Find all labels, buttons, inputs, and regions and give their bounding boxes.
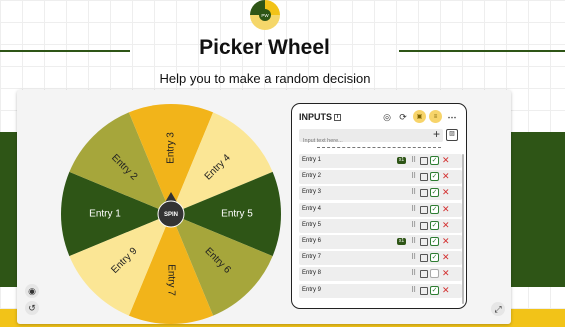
include-checkbox[interactable]: ✓ bbox=[430, 236, 439, 246]
entry-label: Entry 9 bbox=[302, 286, 322, 293]
entry-row[interactable]: Entry 9 ⠿ ✓ ✕ bbox=[299, 283, 462, 298]
entry-label: Entry 6 bbox=[302, 237, 322, 244]
entry-row[interactable]: Entry 3 ⠿ ✓ ✕ bbox=[299, 186, 462, 201]
drag-handle-icon[interactable]: ⠿ bbox=[411, 205, 416, 213]
entry-label: Entry 4 bbox=[302, 205, 322, 212]
page-title: Picker Wheel bbox=[199, 36, 330, 59]
entry-row[interactable]: Entry 6 x1 ⠿ ✓ ✕ bbox=[299, 234, 462, 249]
inputs-title: INPUTS i bbox=[299, 112, 342, 122]
picker-wheel[interactable]: Entry 1Entry 2Entry 3Entry 4Entry 5Entry… bbox=[59, 102, 283, 326]
duplicate-icon[interactable] bbox=[420, 173, 428, 182]
wheel-segment-label: Entry 3 bbox=[166, 132, 177, 164]
entry-label: Entry 7 bbox=[302, 254, 322, 261]
drag-handle-icon[interactable]: ⠿ bbox=[411, 221, 416, 229]
drag-handle-icon[interactable]: ⠿ bbox=[411, 156, 416, 164]
drag-handle-icon[interactable]: ⠿ bbox=[411, 237, 416, 245]
logo-text: PW bbox=[261, 13, 269, 18]
wheel-segment-label: Entry 5 bbox=[221, 209, 253, 220]
divider-right bbox=[399, 50, 565, 52]
entry-input[interactable] bbox=[299, 134, 424, 148]
delete-icon[interactable]: ✕ bbox=[442, 285, 450, 296]
duplicate-icon[interactable] bbox=[420, 270, 428, 279]
include-checkbox[interactable]: ✓ bbox=[430, 269, 439, 279]
entry-label: Entry 8 bbox=[302, 270, 322, 277]
eye-toggle-icon[interactable]: ◎ bbox=[382, 111, 392, 123]
entry-input-row: + bbox=[299, 127, 443, 148]
include-checkbox[interactable]: ✓ bbox=[430, 285, 439, 295]
entry-list: Entry 1 x1 ⠿ ✓ ✕ Entry 2 ⠿ ✓ ✕ Entry 3 ⠿ ✓ ✕ Entry 4 ⠿… bbox=[299, 154, 462, 300]
weight-badge: x1 bbox=[397, 237, 406, 245]
include-checkbox[interactable]: ✓ bbox=[430, 172, 439, 182]
duplicate-icon[interactable] bbox=[420, 254, 428, 263]
weight-badge: x1 bbox=[397, 157, 406, 164]
delete-icon[interactable]: ✕ bbox=[442, 236, 450, 247]
entry-row[interactable]: Entry 8 ⠿ ✓✕ bbox=[299, 267, 462, 282]
divider-left bbox=[0, 50, 130, 52]
expand-icon[interactable]: ⤢ bbox=[491, 302, 505, 316]
delete-icon[interactable]: ✕ bbox=[442, 155, 450, 166]
entry-label: Entry 3 bbox=[302, 189, 322, 196]
eye-icon[interactable]: ◉ bbox=[25, 284, 39, 298]
entry-label: Entry 2 bbox=[302, 173, 322, 180]
picker-wheel-logo: PW bbox=[250, 0, 280, 30]
include-checkbox[interactable]: ✓ bbox=[430, 204, 439, 214]
drag-handle-icon[interactable]: ⠿ bbox=[411, 286, 416, 294]
entry-label: Entry 1 bbox=[302, 157, 322, 163]
drag-handle-icon[interactable]: ⠿ bbox=[411, 269, 416, 277]
image-icon[interactable]: ▨ bbox=[446, 129, 458, 141]
include-checkbox[interactable]: ✓ bbox=[430, 156, 439, 165]
entry-row[interactable]: Entry 7 ⠿ ✓ ✕ bbox=[299, 251, 462, 266]
duplicate-icon[interactable] bbox=[420, 205, 428, 214]
open-list-icon[interactable]: ≡ bbox=[429, 110, 442, 123]
include-checkbox[interactable]: ✓ bbox=[430, 188, 439, 198]
list-divider bbox=[317, 147, 441, 148]
wheel-segment-label: Entry 1 bbox=[89, 209, 121, 220]
entry-row[interactable]: Entry 5 ⠿ ✓ ✕ bbox=[299, 218, 462, 233]
wheel-segment-label: Entry 7 bbox=[165, 264, 176, 296]
delete-icon[interactable]: ✕ bbox=[442, 171, 450, 182]
entry-label: Entry 5 bbox=[302, 221, 322, 228]
delete-icon[interactable]: ✕ bbox=[442, 187, 450, 198]
inputs-panel: INPUTSi ◎ ⟳ ▣ ≡ ⋯ + ▨ Entry 1x1⠿✓✕Entry … bbox=[291, 103, 467, 309]
scrollbar[interactable] bbox=[462, 154, 464, 304]
duplicate-icon[interactable] bbox=[420, 286, 428, 295]
spin-label[interactable]: SPIN bbox=[164, 212, 178, 218]
save-icon[interactable]: ▣ bbox=[413, 110, 426, 123]
info-icon[interactable]: i bbox=[334, 114, 342, 122]
drag-handle-icon[interactable]: ⠿ bbox=[411, 253, 416, 261]
delete-icon[interactable]: ✕ bbox=[442, 220, 450, 231]
duplicate-icon[interactable] bbox=[420, 189, 428, 198]
duplicate-icon[interactable] bbox=[420, 157, 428, 165]
include-checkbox[interactable]: ✓ bbox=[430, 253, 439, 263]
duplicate-icon[interactable] bbox=[420, 221, 428, 230]
add-entry-icon[interactable]: + bbox=[433, 127, 440, 141]
delete-icon[interactable]: ✕ bbox=[442, 252, 450, 263]
drag-handle-icon[interactable]: ⠿ bbox=[411, 172, 416, 180]
duplicate-icon[interactable] bbox=[420, 237, 428, 246]
inputs-title-text: INPUTS bbox=[299, 112, 333, 122]
page-subtitle: Help you to make a random decision bbox=[159, 71, 371, 86]
include-checkbox[interactable]: ✓ bbox=[430, 220, 439, 230]
delete-icon[interactable]: ✕ bbox=[442, 268, 450, 279]
entry-row[interactable]: Entry 1 x1 ⠿ ✓ ✕ bbox=[299, 154, 462, 168]
wheel-card: Entry 1 Entry 2 Entry 3 Entry 4 Entry 5 Entry… bbox=[17, 90, 511, 324]
refresh-icon[interactable]: ⟳ bbox=[398, 111, 408, 123]
entry-row[interactable]: Entry 2 ⠿ ✓ ✕ bbox=[299, 170, 462, 185]
entry-row[interactable]: Entry 4 ⠿ ✓ ✕ bbox=[299, 202, 462, 217]
history-icon[interactable]: ↺ bbox=[25, 301, 39, 315]
drag-handle-icon[interactable]: ⠿ bbox=[411, 188, 416, 196]
delete-icon[interactable]: ✕ bbox=[442, 204, 450, 215]
more-options-icon[interactable]: ⋯ bbox=[447, 111, 457, 123]
